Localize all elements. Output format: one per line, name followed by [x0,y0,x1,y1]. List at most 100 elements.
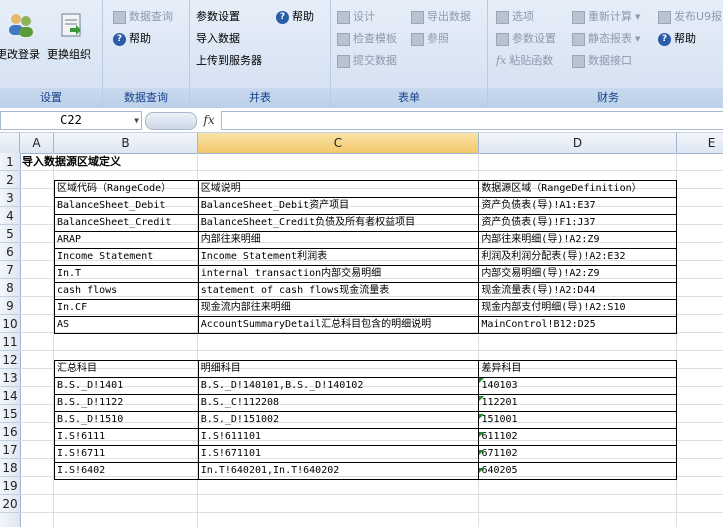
table-cell[interactable]: I.S!6711 [54,445,199,463]
table-cell[interactable]: B.S._C!112208 [197,394,480,412]
table-cell[interactable]: BalanceSheet_Credit [54,214,199,232]
table-cell[interactable]: BalanceSheet_Debit [54,197,199,215]
table-cell[interactable]: I.S!611101 [197,428,480,446]
table-cell[interactable]: B.S._D!1122 [54,394,199,412]
row-header[interactable]: 4 [0,207,20,225]
help-button[interactable]: ? 帮助 [276,8,314,26]
row-header[interactable]: 9 [0,297,20,315]
table-cell[interactable]: 611102 [478,428,677,446]
table-header-cell[interactable]: 区域代码（RangeCode） [54,180,199,198]
row-header[interactable]: 17 [0,441,20,459]
design-button[interactable]: 设计 [337,8,375,26]
column-header-e[interactable]: E [677,133,723,153]
table-cell[interactable]: AS [54,316,199,334]
switch-org-button[interactable]: 更换组织 [47,46,91,62]
select-all-corner[interactable] [0,133,20,153]
table-cell[interactable]: 资产负债表(导)!A1:E37 [478,197,677,215]
row-header[interactable]: 8 [0,279,20,297]
help-button[interactable]: ? 帮助 [658,30,696,48]
row-header[interactable]: 15 [0,405,20,423]
table-cell[interactable]: B.S._D!151002 [197,411,480,429]
column-header-d[interactable]: D [479,133,677,153]
table-cell[interactable]: 利润及利润分配表(导)!A2:E32 [478,248,677,266]
column-header-a[interactable]: A [20,133,54,153]
column-header-c[interactable]: C [198,133,479,153]
table-cell[interactable]: ARAP [54,231,199,249]
param-settings-button[interactable]: 参数设置 [196,8,240,26]
column-header-b[interactable]: B [54,133,198,153]
static-report-button[interactable]: 静态报表 ▼ [572,30,640,48]
table-header-cell[interactable]: 数据源区域（RangeDefinition） [478,180,677,198]
table-cell[interactable]: AccountSummaryDetail汇总科目包含的明细说明 [197,316,480,334]
table-cell[interactable]: internal transaction内部交易明细 [197,265,480,283]
publish-u9-button[interactable]: 发布U9报 [658,8,722,26]
table-cell[interactable]: BalanceSheet_Credit负债及所有者权益项目 [197,214,480,232]
table-cell[interactable]: 资产负债表(导)!F1:J37 [478,214,677,232]
row-header[interactable]: 7 [0,261,20,279]
table-cell[interactable]: 112201 [478,394,677,412]
table-cell[interactable]: 现金流量表(导)!A2:D44 [478,282,677,300]
table-cell[interactable]: B.S._D!140101,B.S._D!140102 [197,377,480,395]
name-box[interactable]: C22 ▼ [0,111,142,130]
row-header[interactable]: 5 [0,225,20,243]
insert-function-icon[interactable]: fx [200,112,218,128]
row-header[interactable]: 12 [0,351,20,369]
table-cell[interactable]: In.T [54,265,199,283]
table-cell[interactable]: BalanceSheet_Debit资产项目 [197,197,480,215]
upload-server-button[interactable]: 上传到服务器 [196,52,262,70]
options-button[interactable]: 选项 [496,8,534,26]
table-cell[interactable]: 现金流内部往来明细 [197,299,480,317]
import-data-button[interactable]: 导入数据 [196,30,240,48]
check-template-button[interactable]: 检查模板 [337,30,397,48]
table-header-cell[interactable]: 明细科目 [197,360,480,378]
chevron-down-icon[interactable]: ▼ [134,112,139,129]
table-cell[interactable]: Income Statement [54,248,199,266]
row-header[interactable]: 2 [0,171,20,189]
table-cell[interactable]: statement of cash flows现金流量表 [197,282,480,300]
formula-input[interactable] [221,111,723,130]
worksheet-grid[interactable]: 导入数据源区域定义 区域代码（RangeCode） 区域说明 数据源区域（Range… [20,153,723,527]
recalculate-button[interactable]: 重新计算 ▼ [572,8,640,26]
namebox-resize-handle[interactable] [145,112,197,130]
table-cell[interactable]: 151001 [478,411,677,429]
table-cell[interactable]: Income Statement利润表 [197,248,480,266]
row-header[interactable]: 16 [0,423,20,441]
finance-param-button[interactable]: 参数设置 [496,30,556,48]
table-cell[interactable]: In.T!640201,In.T!640202 [197,462,480,480]
table-cell[interactable]: I.S!6111 [54,428,199,446]
table-cell[interactable]: 640205 [478,462,677,480]
help-button[interactable]: ? 帮助 [113,30,151,48]
table-cell[interactable]: 内部往来明细 [197,231,480,249]
table-cell[interactable]: 内部交易明细(导)!A2:Z9 [478,265,677,283]
paste-function-button[interactable]: fx 粘贴函数 [496,52,553,70]
change-login-button[interactable]: 更改登录 [0,46,40,62]
data-query-button[interactable]: 数据查询 [113,8,173,26]
table-cell[interactable]: cash flows [54,282,199,300]
table-header-cell[interactable]: 区域说明 [197,180,480,198]
row-header[interactable]: 13 [0,369,20,387]
export-data-button[interactable]: 导出数据 [411,8,471,26]
sheet-title-cell[interactable]: 导入数据源区域定义 [20,153,320,171]
data-interface-button[interactable]: 数据接口 [572,52,632,70]
table-cell[interactable]: In.CF [54,299,199,317]
row-header[interactable]: 11 [0,333,20,351]
table-header-cell[interactable]: 差异科目 [478,360,677,378]
table-cell[interactable]: I.S!6402 [54,462,199,480]
table-cell[interactable]: 671102 [478,445,677,463]
row-header[interactable]: 20 [0,495,20,513]
table-cell[interactable]: 140103 [478,377,677,395]
row-header[interactable]: 3 [0,189,20,207]
row-header[interactable]: 10 [0,315,20,333]
row-header[interactable]: 1 [0,153,20,171]
table-cell[interactable]: B.S._D!1401 [54,377,199,395]
row-header[interactable]: 18 [0,459,20,477]
reference-button[interactable]: 参照 [411,30,449,48]
table-cell[interactable]: MainControl!B12:D25 [478,316,677,334]
row-header[interactable]: 14 [0,387,20,405]
row-header[interactable]: 19 [0,477,20,495]
table-header-cell[interactable]: 汇总科目 [54,360,199,378]
table-cell[interactable]: 内部往来明细(导)!A2:Z9 [478,231,677,249]
table-cell[interactable]: 现金内部支付明细(导)!A2:S10 [478,299,677,317]
table-cell[interactable]: B.S._D!1510 [54,411,199,429]
submit-data-button[interactable]: 提交数据 [337,52,397,70]
